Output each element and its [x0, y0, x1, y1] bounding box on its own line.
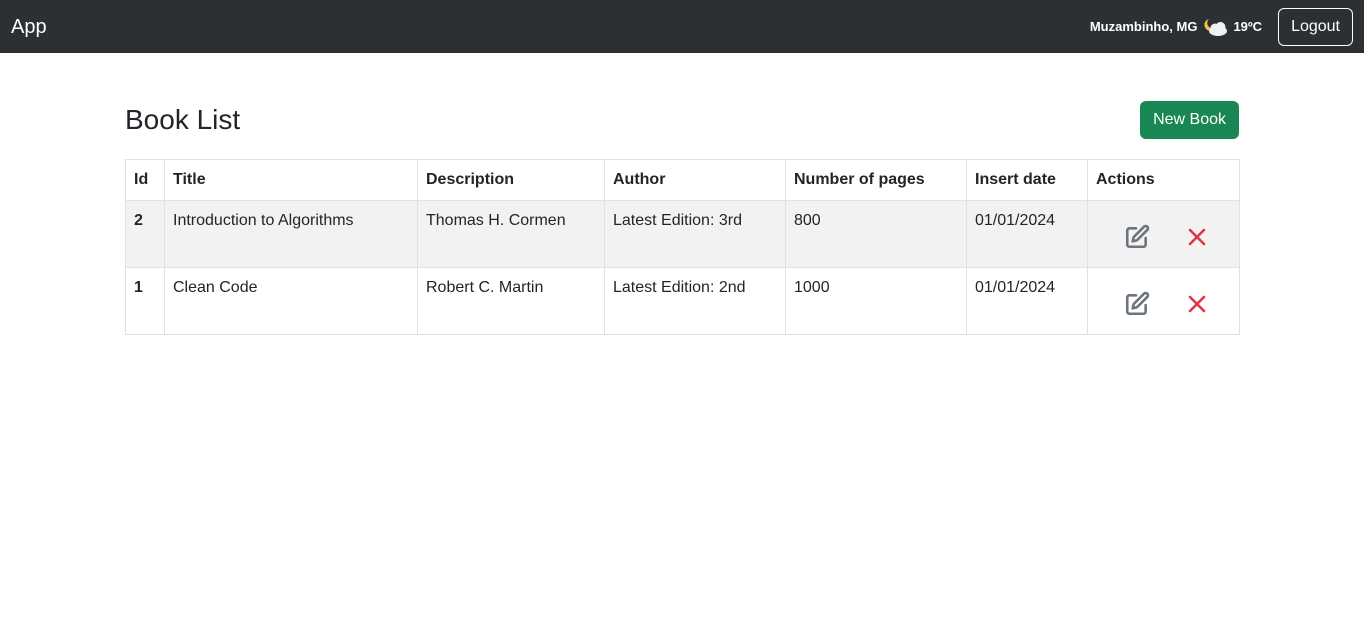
cell-pages: 1000: [785, 267, 967, 335]
top-navbar: App Muzambinho, MG 19ºC Logout: [0, 0, 1364, 53]
page-title: Book List: [125, 104, 241, 135]
column-header-id: Id: [125, 159, 165, 201]
navbar-right: Muzambinho, MG 19ºC Logout: [1090, 7, 1353, 46]
cell-title: Introduction to Algorithms: [164, 200, 418, 268]
new-book-button[interactable]: New Book: [1140, 101, 1239, 139]
column-header-actions: Actions: [1087, 159, 1240, 201]
partly-cloudy-night-icon: [1201, 15, 1231, 39]
cell-description: Thomas H. Cormen: [417, 200, 605, 268]
cell-author: Latest Edition: 3rd: [604, 200, 786, 268]
temperature-label: 19ºC: [1233, 19, 1263, 34]
book-table: Id Title Description Author Number of pa…: [125, 159, 1240, 335]
cell-actions: [1087, 200, 1240, 268]
table-header-row: Id Title Description Author Number of pa…: [125, 159, 1240, 201]
table-row: 1 Clean Code Robert C. Martin Latest Edi…: [125, 267, 1240, 335]
location-label: Muzambinho, MG: [1089, 19, 1198, 34]
cell-id: 1: [125, 267, 165, 335]
column-header-description: Description: [417, 159, 605, 201]
delete-icon[interactable]: [1182, 289, 1212, 319]
cell-insert-date: 01/01/2024: [966, 267, 1088, 335]
column-header-pages: Number of pages: [785, 159, 967, 201]
table-row: 2 Introduction to Algorithms Thomas H. C…: [125, 200, 1240, 268]
weather-widget: Muzambinho, MG 19ºC: [1090, 15, 1262, 39]
page-header: Book List New Book: [125, 101, 1239, 139]
edit-icon[interactable]: [1122, 222, 1152, 252]
cell-description: Robert C. Martin: [417, 267, 605, 335]
app-brand[interactable]: App: [11, 17, 47, 37]
main-content: Book List New Book Id Title Description …: [125, 53, 1240, 335]
cell-title: Clean Code: [164, 267, 418, 335]
column-header-title: Title: [164, 159, 418, 201]
cell-actions: [1087, 267, 1240, 335]
cell-id: 2: [125, 200, 165, 268]
row-actions: [1096, 212, 1231, 252]
edit-icon[interactable]: [1122, 289, 1152, 319]
logout-button[interactable]: Logout: [1278, 7, 1353, 46]
column-header-author: Author: [604, 159, 786, 201]
column-header-insert-date: Insert date: [966, 159, 1088, 201]
cell-insert-date: 01/01/2024: [966, 200, 1088, 268]
delete-icon[interactable]: [1182, 222, 1212, 252]
cell-author: Latest Edition: 2nd: [604, 267, 786, 335]
cell-pages: 800: [785, 200, 967, 268]
row-actions: [1096, 279, 1231, 319]
